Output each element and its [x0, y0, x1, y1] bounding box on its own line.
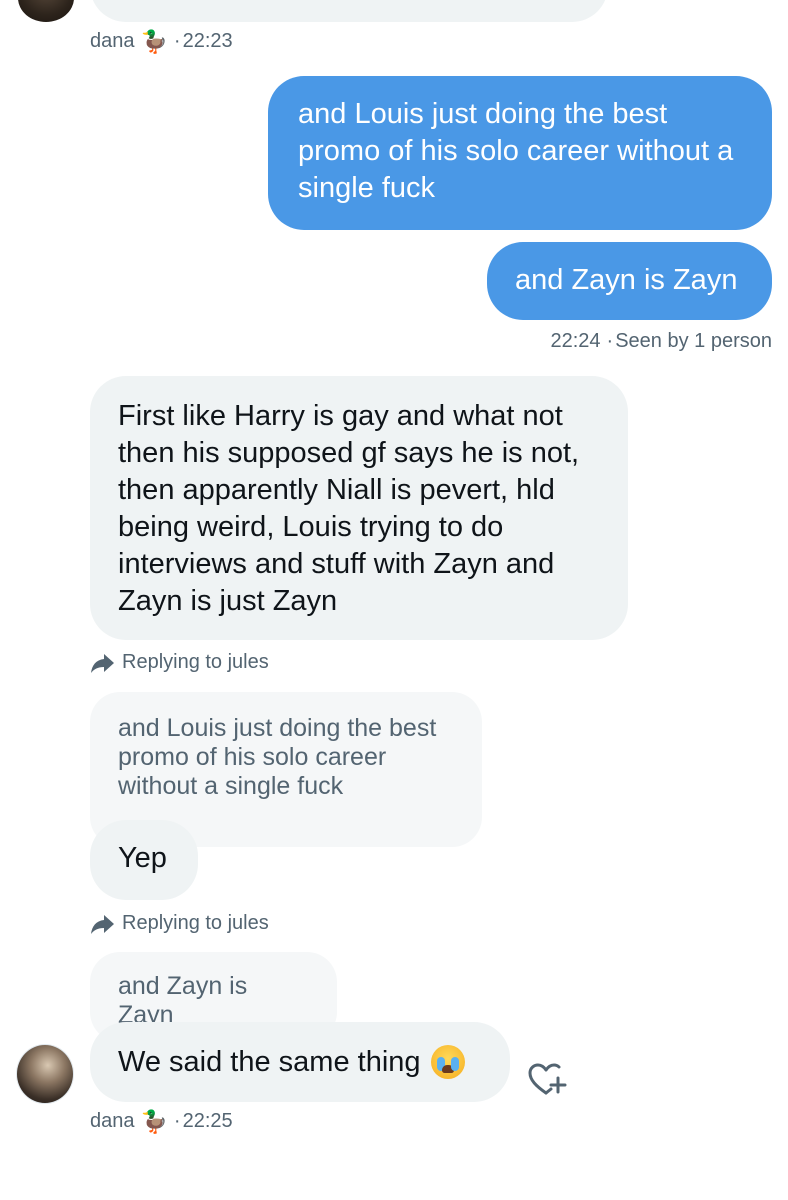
message-text: Yep [118, 842, 167, 874]
sender-name: dana [90, 30, 135, 52]
previous-received-bubble[interactable] [90, 0, 608, 22]
message-text: We said the same thing [118, 1045, 421, 1078]
add-reaction-button[interactable] [526, 1060, 568, 1100]
avatar[interactable] [18, 0, 74, 22]
loudly-crying-face-icon [430, 1045, 465, 1079]
message-text: First like Harry is gay and what not the… [118, 400, 580, 617]
message-meta: dana 🦆 22:25 [90, 1110, 233, 1133]
replying-to-label[interactable]: Replying to jules [90, 651, 269, 674]
dm-conversation: dana 🦆 22:23 and Louis just doing the be… [0, 0, 788, 1200]
message-text: and Zayn is Zayn [515, 264, 738, 296]
message-time: 22:24 [550, 330, 601, 352]
replying-to-text: Replying to jules [122, 912, 269, 934]
duck-emoji-icon: 🦆 [140, 1108, 168, 1134]
message-meta: dana 🦆 22:23 [90, 30, 233, 53]
sent-message-bubble[interactable]: and Louis just doing the best promo of h… [268, 76, 772, 230]
replying-to-text: Replying to jules [122, 651, 269, 673]
message-text: and Louis just doing the best promo of h… [298, 98, 734, 204]
replying-to-label[interactable]: Replying to jules [90, 912, 269, 935]
reply-arrow-icon [91, 914, 114, 934]
received-message-bubble[interactable]: First like Harry is gay and what not the… [90, 376, 628, 640]
reply-arrow-icon [91, 653, 114, 673]
sent-status: 22:24 Seen by 1 person [550, 330, 772, 353]
quoted-text: and Zayn is Zayn [118, 972, 248, 1029]
received-message-bubble[interactable]: We said the same thing [90, 1022, 510, 1102]
sent-message-bubble[interactable]: and Zayn is Zayn [487, 242, 772, 320]
quoted-text: and Louis just doing the best promo of h… [118, 714, 437, 800]
message-time: 22:25 [174, 1110, 233, 1133]
heart-plus-icon [528, 1063, 567, 1095]
seen-status: Seen by 1 person [607, 330, 772, 353]
duck-emoji-icon: 🦆 [140, 28, 168, 54]
received-message-bubble[interactable]: Yep [90, 820, 198, 900]
sender-name: dana [90, 1110, 135, 1132]
message-time: 22:23 [174, 30, 233, 53]
avatar[interactable] [16, 1044, 74, 1104]
